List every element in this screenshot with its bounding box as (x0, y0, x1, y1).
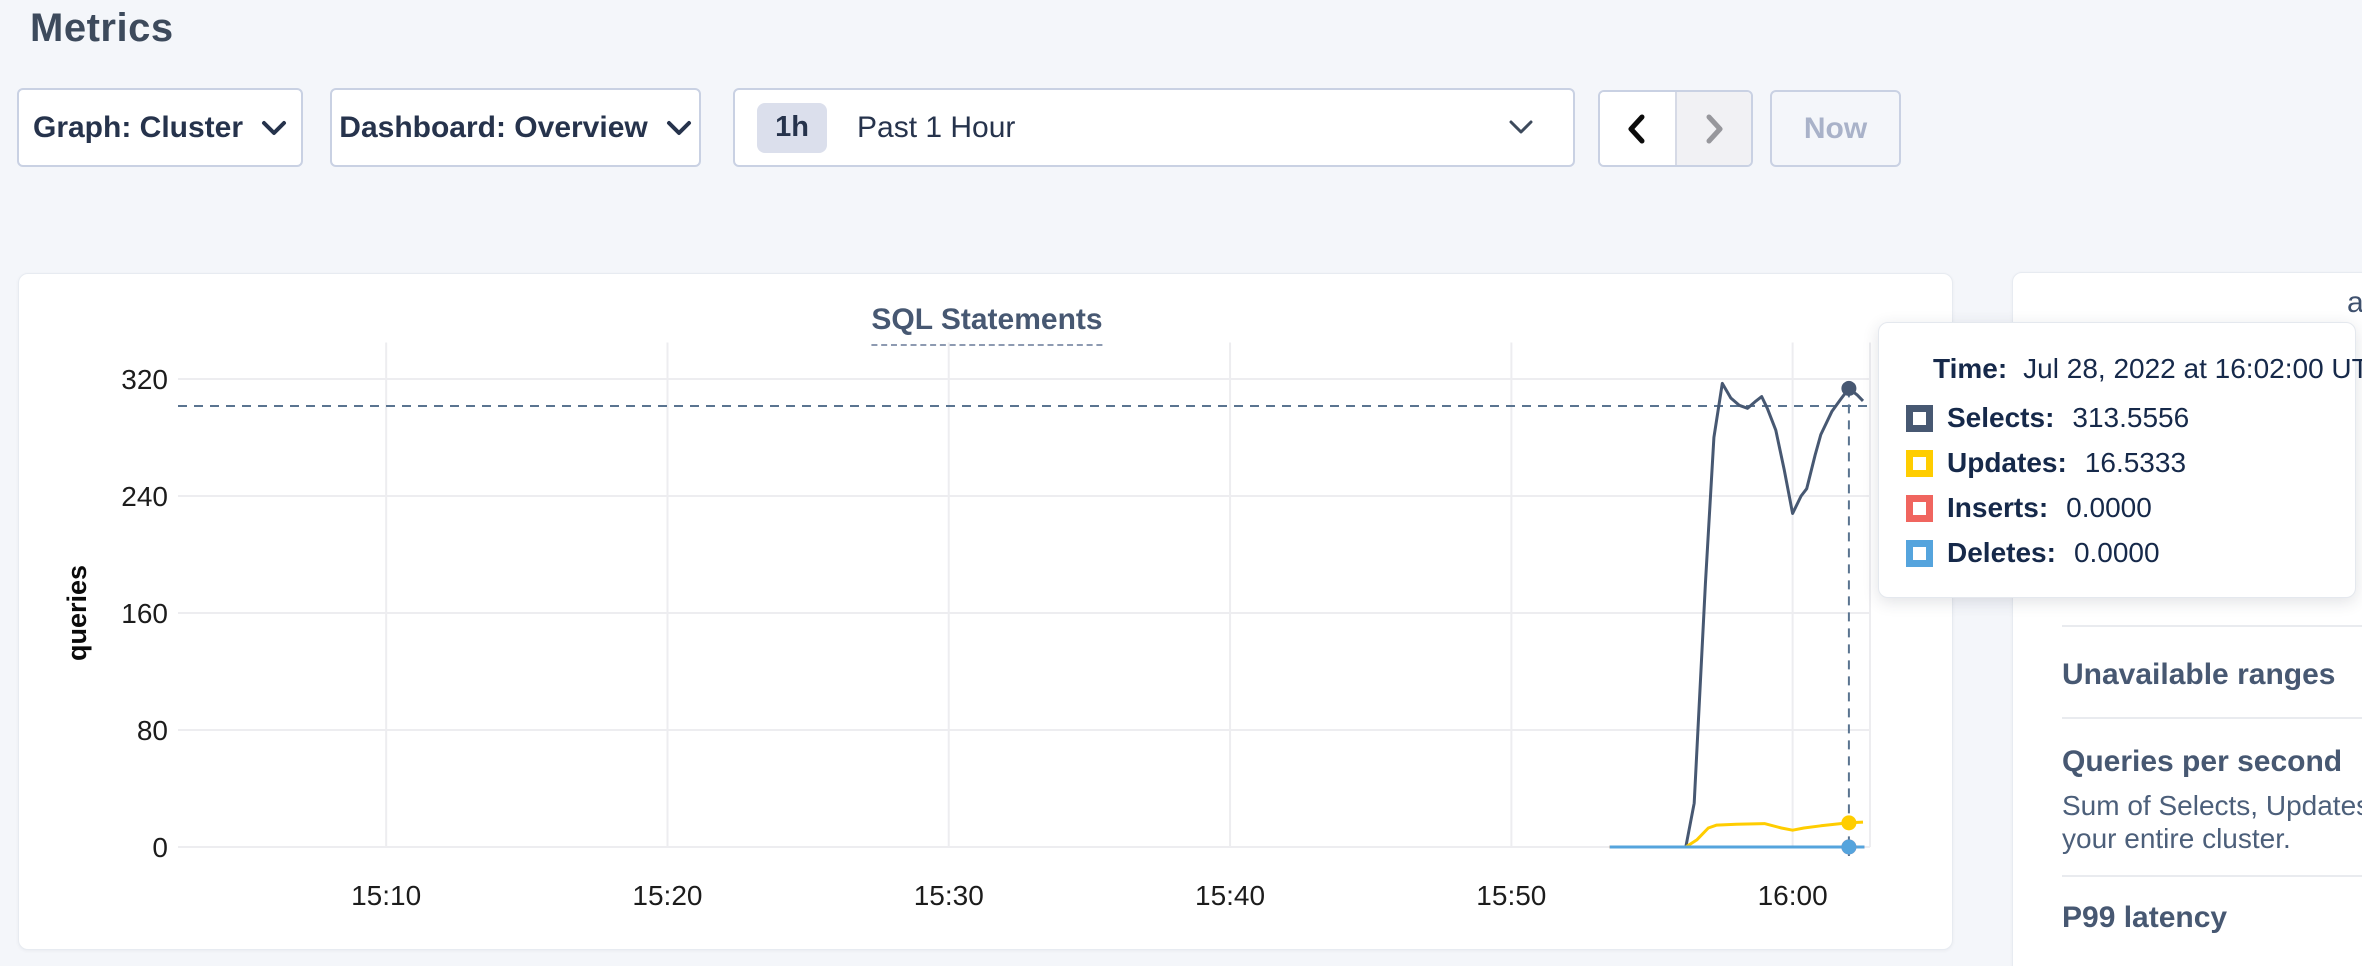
x-tick-label: 15:10 (351, 880, 421, 911)
y-tick-label: 320 (121, 364, 168, 395)
tooltip-time-value: Jul 28, 2022 at 16:02:00 UTC (2023, 353, 2362, 384)
x-tick-label: 16:00 (1758, 880, 1828, 911)
updates-series-swatch-icon (1906, 450, 1933, 477)
tooltip-series-value: 0.0000 (2074, 537, 2160, 569)
sidebar-item-p99-latency: P99 latency (2062, 901, 2227, 935)
selects-series-swatch-icon (1906, 405, 1933, 432)
sidebar-item-queries-per-second: Queries per second (2062, 745, 2342, 779)
chart-title-wrap: SQL Statements (871, 303, 1102, 337)
divider (2062, 625, 2362, 627)
x-tick-label: 15:50 (1476, 880, 1546, 911)
tooltip-series-label: Inserts: (1947, 492, 2048, 524)
chart-title[interactable]: SQL Statements (871, 303, 1102, 346)
inserts-series-swatch-icon (1906, 495, 1933, 522)
tooltip-row-inserts: Inserts: 0.0000 (1906, 493, 2152, 523)
divider (2062, 717, 2362, 719)
sidebar-item-description: Sum of Selects, Updates, Inser (2062, 790, 2362, 822)
y-tick-label: 80 (137, 715, 168, 746)
hover-dot-selects (1841, 381, 1856, 396)
tooltip-series-value: 313.5556 (2072, 402, 2189, 434)
tooltip-series-value: 16.5333 (2085, 447, 2186, 479)
sidebar-item-description: your entire cluster. (2062, 823, 2291, 855)
x-tick-label: 15:30 (914, 880, 984, 911)
sidebar-item-unavailable-ranges: Unavailable ranges (2062, 658, 2335, 692)
x-tick-label: 15:20 (632, 880, 702, 911)
tooltip-series-label: Updates: (1947, 447, 2067, 479)
y-tick-label: 240 (121, 481, 168, 512)
tooltip-row-deletes: Deletes: 0.0000 (1906, 538, 2160, 568)
hover-dot-deletes (1841, 840, 1856, 855)
tooltip-series-label: Deletes: (1947, 537, 2056, 569)
tooltip-time-label: Time: (1933, 353, 2007, 384)
tooltip-series-value: 0.0000 (2066, 492, 2152, 524)
tooltip-row-updates: Updates: 16.5333 (1906, 448, 2186, 478)
hover-dot-updates (1841, 815, 1856, 830)
tooltip-row-selects: Selects: 313.5556 (1906, 403, 2189, 433)
divider (2062, 875, 2362, 877)
metrics-page: Metrics Graph: Cluster Dashboard: Overvi… (0, 0, 2362, 966)
sidebar-clipped-text: a (2347, 286, 2362, 320)
series-line-selects (1610, 383, 1863, 847)
deletes-series-swatch-icon (1906, 540, 1933, 567)
y-axis-label: queries (62, 565, 92, 661)
series-line-updates (1610, 822, 1863, 847)
tooltip-series-label: Selects: (1947, 402, 2054, 434)
x-tick-label: 15:40 (1195, 880, 1265, 911)
y-tick-label: 0 (152, 832, 168, 863)
y-tick-label: 160 (121, 598, 168, 629)
chart-hover-tooltip: Time:Jul 28, 2022 at 16:02:00 UTC Select… (1878, 322, 2356, 598)
tooltip-time-row: Time: Jul 28, 2022 at 16:02:00 UTC (1933, 353, 2362, 385)
